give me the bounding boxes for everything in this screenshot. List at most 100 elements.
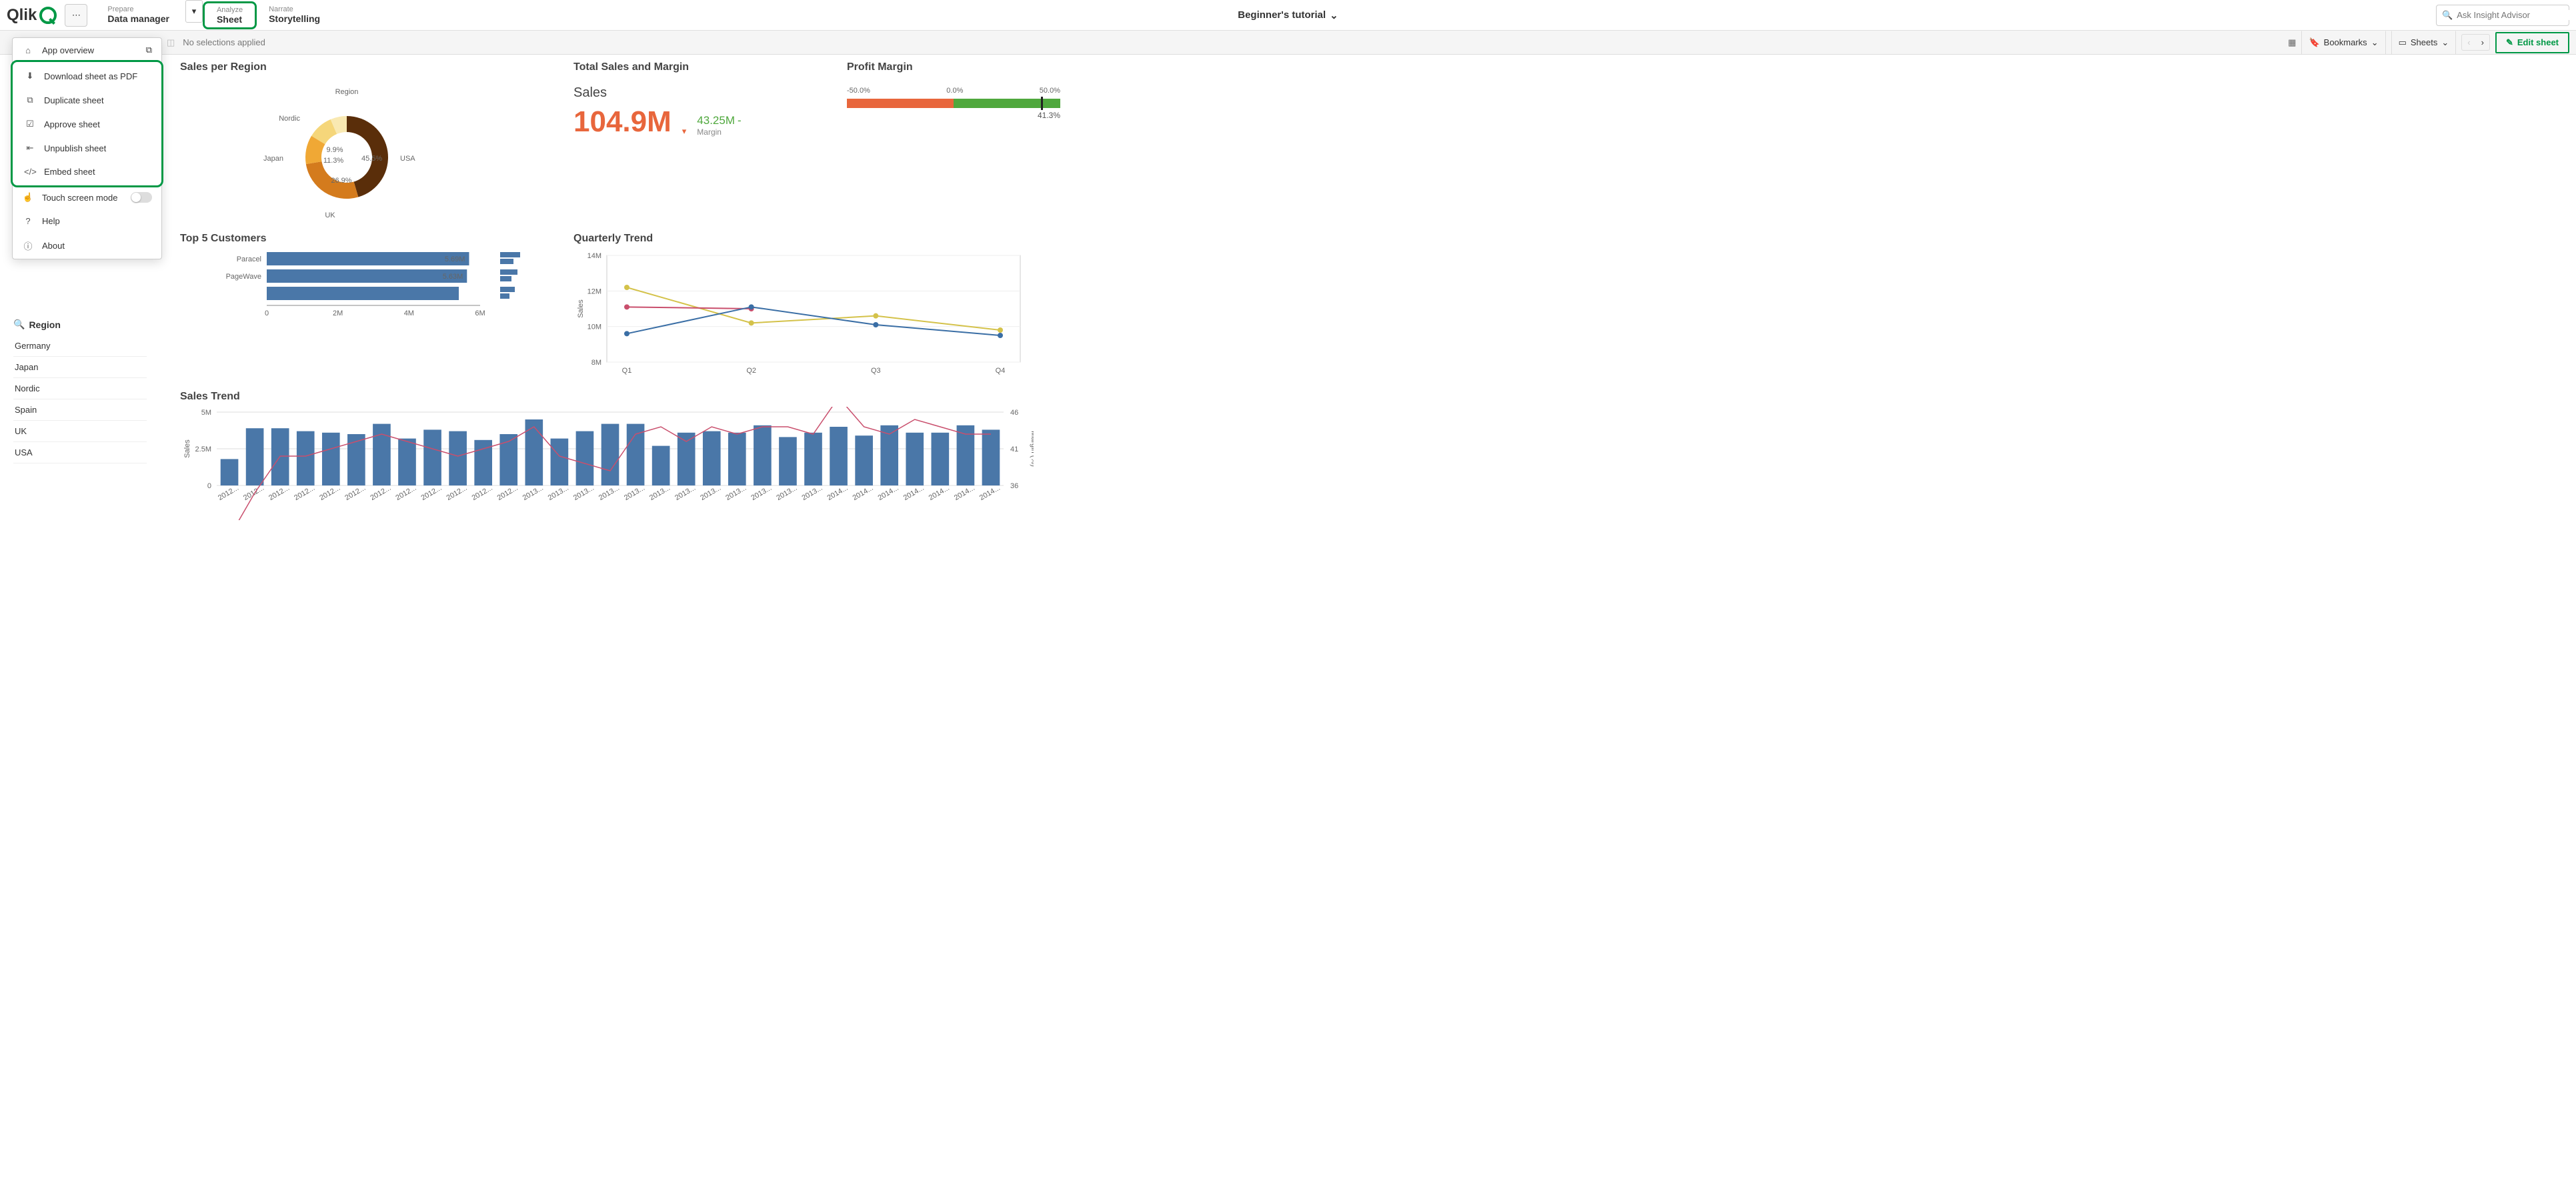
filter-item[interactable]: Nordic (13, 378, 147, 399)
edit-sheet-button[interactable]: ✎ Edit sheet (2495, 32, 2569, 53)
filter-item[interactable]: USA (13, 442, 147, 463)
svg-text:9.9%: 9.9% (326, 146, 343, 154)
info-icon: ⓘ (22, 239, 34, 252)
svg-text:8M: 8M (591, 359, 601, 367)
svg-text:2013...: 2013... (623, 484, 646, 502)
chevron-down-icon: ⌄ (1330, 9, 1338, 21)
unpublish-icon: ⇤ (24, 143, 36, 153)
panel-top5-customers: Top 5 Customers Paracel5.69MPageWave5.63… (180, 233, 553, 384)
menu-app-overview[interactable]: ⌂ App overview ⧉ (13, 38, 161, 62)
selections-tool-icon[interactable]: ◫ (167, 37, 175, 48)
svg-text:Paracel: Paracel (237, 255, 261, 263)
svg-text:2012...: 2012... (267, 484, 291, 502)
search-input[interactable] (2457, 10, 2574, 20)
panel-sales-per-region: Sales per Region Region45.5%26.9%11.3%9.… (180, 61, 553, 226)
region-filter-panel: 🔍 Region GermanyJapanNordicSpainUKUSA (0, 308, 160, 474)
bookmark-icon: 🔖 (2309, 37, 2319, 48)
svg-text:2012...: 2012... (369, 484, 392, 502)
kpi-sales-label: Sales (573, 85, 827, 101)
svg-text:2012...: 2012... (217, 484, 240, 502)
svg-text:2012...: 2012... (445, 484, 469, 502)
nav-analyze[interactable]: Analyze Sheet (203, 1, 257, 29)
svg-text:2012...: 2012... (471, 484, 494, 502)
svg-text:2012...: 2012... (343, 484, 367, 502)
svg-text:36: 36 (1010, 482, 1018, 490)
filter-item[interactable]: Spain (13, 399, 147, 421)
svg-text:Sales: Sales (183, 439, 191, 458)
search-icon: 🔍 (2442, 10, 2453, 21)
app-title-dropdown[interactable]: Beginner's tutorial⌄ (1238, 9, 1338, 21)
svg-text:2014...: 2014... (978, 484, 1002, 502)
menu-help[interactable]: ? Help (13, 209, 161, 233)
duplicate-icon: ⧉ (24, 95, 36, 105)
approve-icon: ☑ (24, 119, 36, 129)
menu-duplicate-sheet[interactable]: ⧉ Duplicate sheet (15, 88, 159, 112)
svg-text:5.63M: 5.63M (443, 273, 463, 281)
svg-text:2013...: 2013... (547, 484, 570, 502)
pencil-icon: ✎ (2506, 37, 2513, 48)
more-menu-button[interactable]: ⋯ (65, 4, 87, 27)
svg-text:Q3: Q3 (871, 367, 881, 375)
touch-toggle[interactable] (131, 192, 152, 203)
context-menu: ⌂ App overview ⧉ ⬇ Download sheet as PDF… (12, 37, 162, 259)
svg-text:Japan: Japan (263, 155, 283, 163)
prev-sheet-button[interactable]: ‹ (2462, 35, 2475, 50)
filter-item[interactable]: UK (13, 421, 147, 442)
svg-text:2012...: 2012... (242, 484, 265, 502)
svg-text:2013...: 2013... (572, 484, 595, 502)
nav-prepare[interactable]: Prepare Data manager (95, 0, 181, 30)
panel-title: Sales Trend (180, 391, 1060, 403)
kpi-margin-label: Margin (697, 127, 741, 137)
menu-unpublish-sheet[interactable]: ⇤ Unpublish sheet (15, 136, 159, 160)
no-selections-text: No selections applied (183, 37, 265, 47)
svg-text:2013...: 2013... (699, 484, 722, 502)
menu-download-pdf[interactable]: ⬇ Download sheet as PDF (15, 64, 159, 88)
gauge-bar[interactable] (847, 99, 1060, 108)
top5-bar-chart[interactable]: Paracel5.69MPageWave5.63M02M4M6M (180, 249, 527, 329)
sales-trend-chart[interactable]: 02.5M5M364146SalesMargin (%)2012...2012.… (180, 407, 1034, 520)
svg-text:2013...: 2013... (648, 484, 672, 502)
svg-text:Nordic: Nordic (279, 115, 300, 123)
panel-title: Top 5 Customers (180, 233, 553, 245)
filter-item[interactable]: Germany (13, 335, 147, 357)
chevron-down-icon: ⌄ (2371, 37, 2379, 48)
menu-touch-mode[interactable]: ☝ Touch screen mode (13, 185, 161, 209)
svg-text:5M: 5M (201, 409, 211, 417)
gauge-value: 41.3% (847, 111, 1060, 120)
svg-text:PageWave: PageWave (226, 273, 261, 281)
gauge-mid: 0.0% (946, 87, 963, 95)
svg-text:4M: 4M (404, 309, 414, 317)
svg-text:Region: Region (335, 88, 359, 96)
donut-chart[interactable]: Region45.5%26.9%11.3%9.9%USAUKJapanNordi… (180, 77, 527, 224)
svg-text:2012...: 2012... (496, 484, 519, 502)
kpi-sales-value: 104.9M (573, 107, 672, 137)
gauge-max: 50.0% (1040, 87, 1060, 95)
panel-title: Quarterly Trend (573, 233, 1060, 245)
svg-text:2.5M: 2.5M (195, 445, 211, 453)
prepare-chevron[interactable]: ▾ (185, 0, 203, 23)
svg-text:2013...: 2013... (597, 484, 621, 502)
svg-text:0: 0 (265, 309, 269, 317)
quarterly-line-chart[interactable]: 8M10M12M14MQ1Q2Q3Q4Sales (573, 249, 1040, 382)
filter-title: 🔍 Region (13, 319, 147, 330)
nav-narrate[interactable]: Narrate Storytelling (257, 0, 332, 30)
menu-approve-sheet[interactable]: ☑ Approve sheet (15, 112, 159, 136)
svg-text:2013...: 2013... (775, 484, 798, 502)
bookmarks-button[interactable]: 🔖 Bookmarks ⌄ (2301, 31, 2385, 55)
svg-text:2014...: 2014... (902, 484, 926, 502)
next-sheet-button[interactable]: › (2476, 35, 2489, 50)
sheets-button[interactable]: ▭ Sheets ⌄ (2391, 31, 2457, 55)
svg-text:Margin (%): Margin (%) (1030, 431, 1034, 467)
menu-about[interactable]: ⓘ About (13, 233, 161, 259)
svg-text:46: 46 (1010, 409, 1018, 417)
grid-view-icon[interactable]: ▦ (2288, 37, 2296, 48)
svg-text:2014...: 2014... (852, 484, 875, 502)
filter-item[interactable]: Japan (13, 357, 147, 378)
svg-text:41: 41 (1010, 445, 1018, 453)
menu-embed-sheet[interactable]: </> Embed sheet (15, 160, 159, 183)
svg-text:2013...: 2013... (674, 484, 697, 502)
insight-search[interactable]: 🔍 (2436, 5, 2569, 26)
panel-profit-margin: Profit Margin -50.0% 0.0% 50.0% 41.3% (847, 61, 1060, 226)
svg-text:45.5%: 45.5% (361, 155, 382, 163)
svg-text:USA: USA (400, 155, 415, 163)
